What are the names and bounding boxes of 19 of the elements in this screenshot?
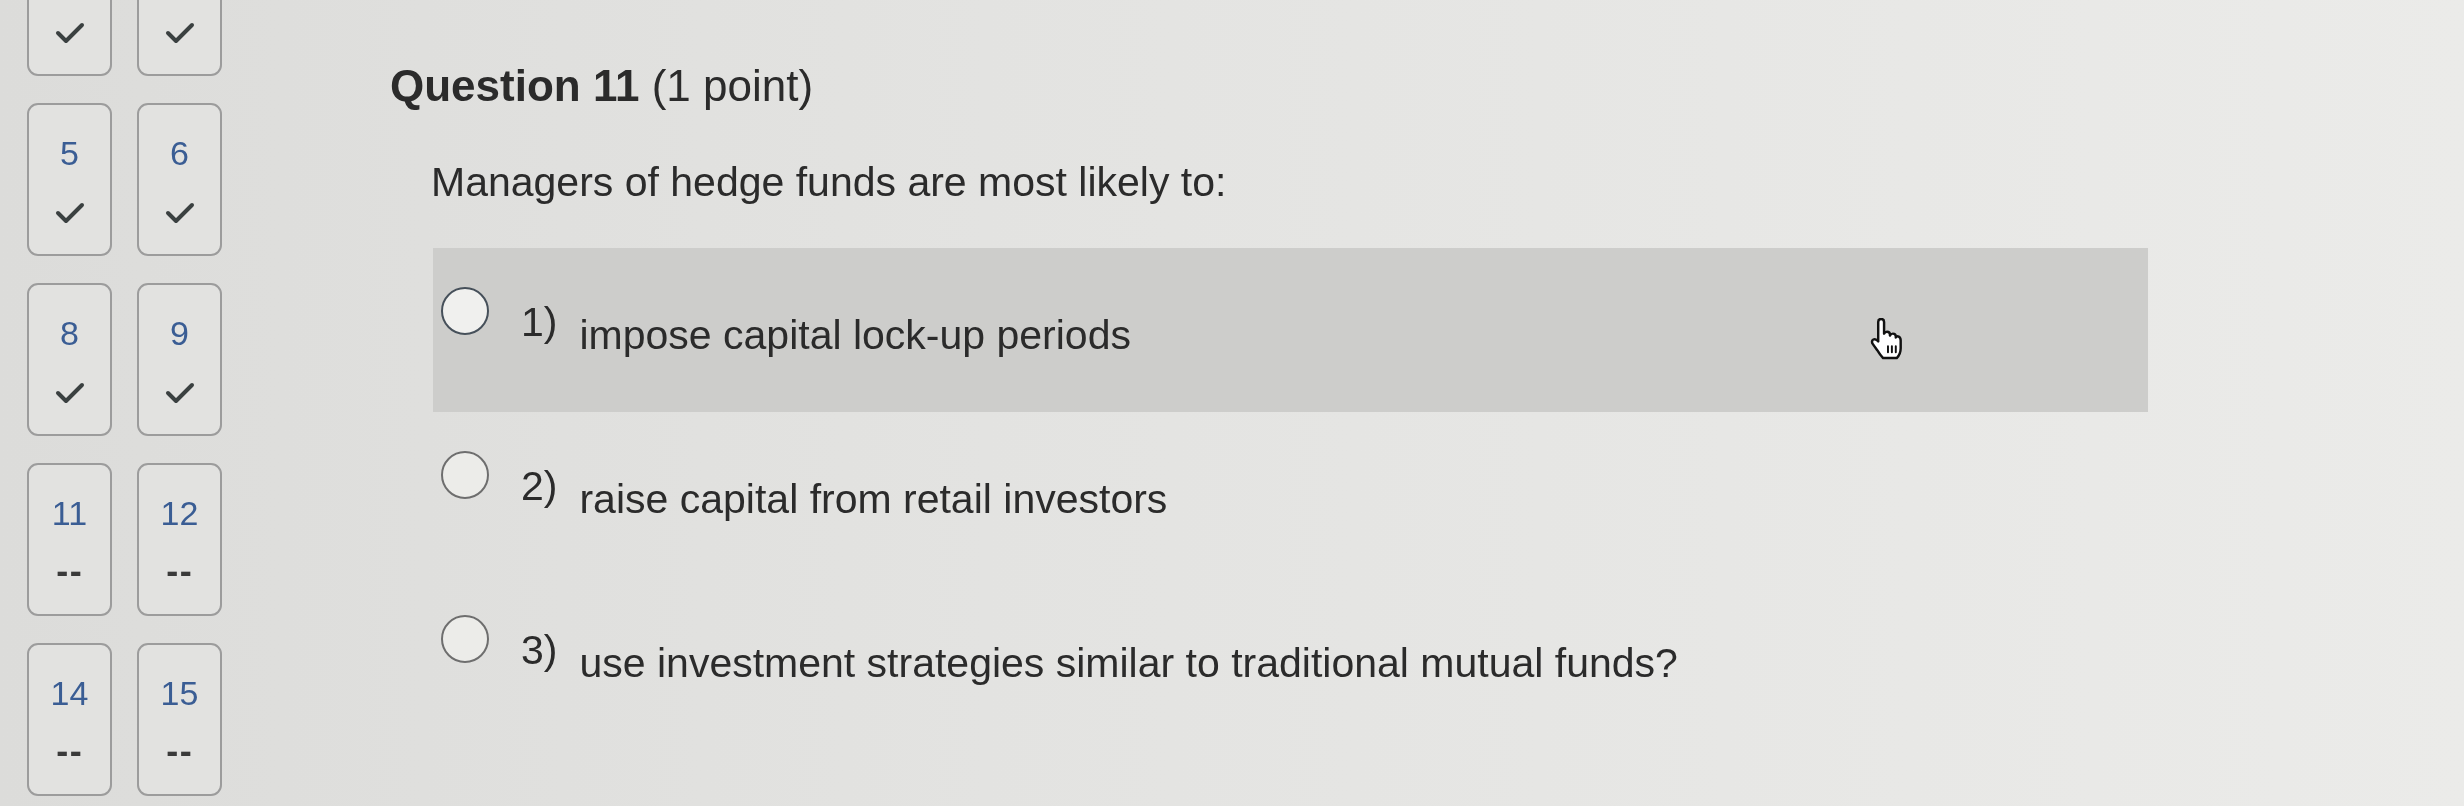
question-tile[interactable]: 5 (27, 103, 112, 256)
question-prompt: Managers of hedge funds are most likely to: (431, 158, 1227, 207)
option-text[interactable]: raise capital from retail investors (579, 473, 1168, 525)
radio-button[interactable] (441, 451, 489, 499)
question-tile[interactable]: 14 -- (27, 643, 112, 796)
question-tile[interactable]: 11 -- (27, 463, 112, 616)
question-tile[interactable]: 15 -- (137, 643, 222, 796)
question-tile[interactable]: 8 (27, 283, 112, 436)
radio-button[interactable] (441, 287, 489, 335)
question-tile[interactable]: 9 (137, 283, 222, 436)
option-text[interactable]: use investment strategies similar to traditional mutual funds? (579, 637, 1678, 689)
option-number: 3) (521, 626, 558, 675)
question-tile[interactable]: 6 (137, 103, 222, 256)
question-title: Question 11 (1 point) (390, 60, 814, 112)
option-number: 1) (521, 298, 558, 347)
question-tile[interactable]: 12 -- (137, 463, 222, 616)
option-text[interactable]: impose capital lock-up periods (579, 309, 1131, 361)
option-number: 2) (521, 462, 558, 511)
radio-button[interactable] (441, 615, 489, 663)
